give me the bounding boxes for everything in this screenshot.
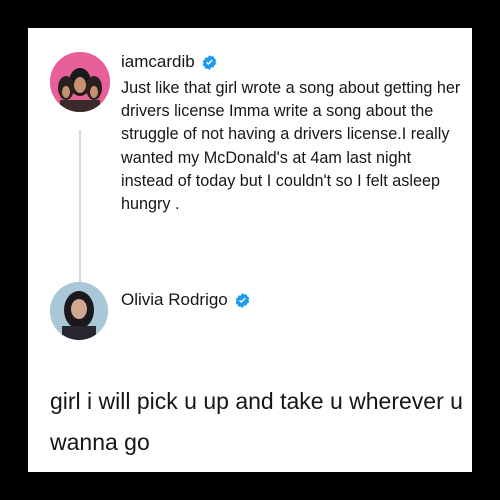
cardib-tweet-text: Just like that girl wrote a song about g…: [121, 79, 461, 214]
thread-connector-line: [79, 130, 81, 298]
tweet-card: iamcardib Just like that girl wrote a so…: [28, 28, 472, 472]
verified-badge-icon: [234, 292, 251, 309]
olivia-username-row[interactable]: Olivia Rodrigo: [121, 290, 251, 310]
olivia-reply-text: girl i will pick u up and take u whereve…: [50, 388, 463, 455]
cardib-username[interactable]: iamcardib: [121, 52, 195, 72]
cardib-avatar[interactable]: [50, 52, 110, 112]
cardib-username-row[interactable]: iamcardib: [121, 52, 218, 72]
olivia-avatar[interactable]: [50, 282, 108, 340]
cardib-avatar-image: [50, 52, 110, 112]
olivia-avatar-image: [50, 282, 108, 340]
verified-badge-icon: [201, 54, 218, 71]
olivia-username[interactable]: Olivia Rodrigo: [121, 290, 228, 310]
